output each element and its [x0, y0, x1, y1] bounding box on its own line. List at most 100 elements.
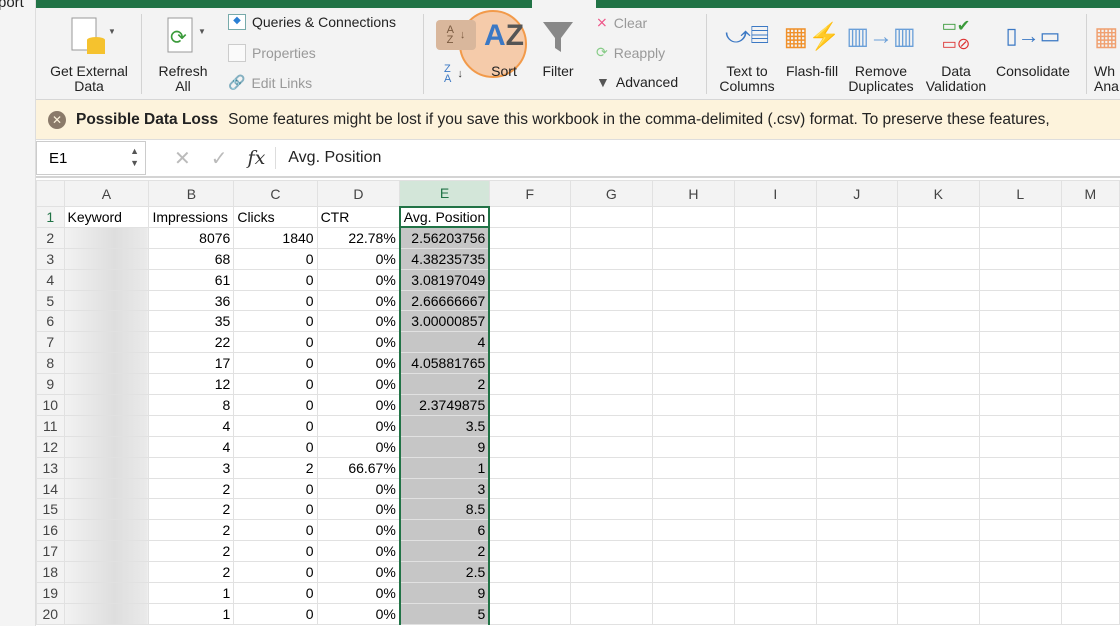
- cell-G1[interactable]: [569, 206, 653, 228]
- name-box[interactable]: E1 ▲ ▼: [36, 141, 146, 175]
- cell-F14[interactable]: [488, 477, 571, 500]
- cell-E10[interactable]: 2.3749875: [398, 394, 491, 416]
- cell-M4[interactable]: [1060, 268, 1120, 291]
- cell-J19[interactable]: [815, 582, 898, 604]
- cell-L7[interactable]: [978, 331, 1062, 354]
- cancel-icon[interactable]: ✕: [174, 146, 191, 171]
- cell-H3[interactable]: [651, 247, 735, 270]
- cell-B10[interactable]: 8: [148, 394, 235, 416]
- cell-I13[interactable]: [733, 456, 817, 479]
- cell-M20[interactable]: [1060, 602, 1120, 625]
- cell-C17[interactable]: 0: [233, 540, 318, 563]
- cell-H14[interactable]: [651, 477, 735, 500]
- row-header[interactable]: 5: [36, 289, 65, 312]
- cell-E6[interactable]: 3.00000857: [398, 310, 491, 333]
- cell-C6[interactable]: 0: [233, 310, 318, 333]
- cell-I8[interactable]: [733, 352, 817, 375]
- cell-J4[interactable]: [815, 268, 898, 291]
- cell-L10[interactable]: [978, 394, 1062, 416]
- cell-D4[interactable]: 0%: [316, 268, 401, 291]
- cell-K4[interactable]: [896, 268, 980, 291]
- cell-C8[interactable]: 0: [233, 352, 318, 375]
- cell-K11[interactable]: [896, 414, 980, 437]
- cell-J17[interactable]: [815, 540, 898, 563]
- refresh-all-button[interactable]: ⟳ ▼ Refresh All: [146, 14, 220, 98]
- cell-H5[interactable]: [651, 289, 735, 312]
- cell-M18[interactable]: [1060, 561, 1120, 584]
- cell-I9[interactable]: [733, 373, 817, 396]
- filter-button[interactable]: Filter: [536, 14, 580, 98]
- cell-K8[interactable]: [896, 352, 980, 375]
- cell-E16[interactable]: 6: [398, 519, 491, 542]
- cell-J11[interactable]: [815, 414, 898, 437]
- properties-button[interactable]: Properties: [228, 44, 316, 62]
- cell-C7[interactable]: 0: [233, 331, 318, 354]
- cell-C4[interactable]: 0: [233, 268, 318, 291]
- cell-G10[interactable]: [569, 394, 653, 416]
- row-header[interactable]: 7: [36, 331, 65, 354]
- cell-F19[interactable]: [488, 582, 571, 604]
- cell-F6[interactable]: [488, 310, 571, 333]
- cell-B5[interactable]: 36: [148, 289, 235, 312]
- reapply-button[interactable]: ⟳ Reapply: [596, 44, 665, 61]
- cell-I6[interactable]: [733, 310, 817, 333]
- cell-K5[interactable]: [896, 289, 980, 312]
- cell-G17[interactable]: [569, 540, 653, 563]
- cell-H17[interactable]: [651, 540, 735, 563]
- cell-F5[interactable]: [488, 289, 571, 312]
- row-header[interactable]: 4: [36, 268, 65, 291]
- cell-I11[interactable]: [733, 414, 817, 437]
- get-external-data-button[interactable]: ▼ Get External Data: [40, 14, 138, 98]
- cell-D11[interactable]: 0%: [316, 414, 401, 437]
- name-box-stepper-icon[interactable]: ▲ ▼: [130, 145, 139, 169]
- cell-M17[interactable]: [1060, 540, 1120, 563]
- cell-D16[interactable]: 0%: [316, 519, 401, 542]
- cell-A13[interactable]: [63, 456, 150, 479]
- cell-I10[interactable]: [733, 394, 817, 416]
- cell-D14[interactable]: 0%: [316, 477, 401, 500]
- cell-M7[interactable]: [1060, 331, 1120, 354]
- cell-D19[interactable]: 0%: [316, 582, 401, 604]
- insert-function-button[interactable]: fx: [248, 147, 277, 169]
- consolidate-button[interactable]: ▯→▭ Consolidate: [992, 14, 1074, 98]
- cell-L15[interactable]: [978, 498, 1062, 521]
- cell-F2[interactable]: [488, 226, 571, 249]
- column-header-g[interactable]: G: [569, 180, 653, 207]
- cell-I19[interactable]: [733, 582, 817, 604]
- cell-L4[interactable]: [978, 268, 1062, 291]
- sort-ascending-button[interactable]: A Z ↓: [436, 20, 476, 50]
- cell-D12[interactable]: 0%: [316, 435, 401, 458]
- cell-J5[interactable]: [815, 289, 898, 312]
- cell-F11[interactable]: [488, 414, 571, 437]
- cell-J1[interactable]: [815, 206, 898, 228]
- cell-H6[interactable]: [651, 310, 735, 333]
- cell-A8[interactable]: [63, 352, 150, 375]
- cell-A11[interactable]: [63, 414, 150, 437]
- cell-J12[interactable]: [815, 435, 898, 458]
- select-all-corner[interactable]: [36, 180, 65, 207]
- cell-J13[interactable]: [815, 456, 898, 479]
- cell-L1[interactable]: [978, 206, 1062, 228]
- cell-J7[interactable]: [815, 331, 898, 354]
- row-header[interactable]: 18: [36, 561, 65, 584]
- row-header[interactable]: 17: [36, 540, 65, 563]
- cell-I18[interactable]: [733, 561, 817, 584]
- cell-E17[interactable]: 2: [398, 540, 491, 563]
- cell-G5[interactable]: [569, 289, 653, 312]
- column-header-f[interactable]: F: [488, 180, 571, 207]
- column-header-b[interactable]: B: [148, 180, 235, 207]
- cell-F8[interactable]: [488, 352, 571, 375]
- cell-G7[interactable]: [569, 331, 653, 354]
- row-header[interactable]: 11: [36, 414, 65, 437]
- row-header[interactable]: 12: [36, 435, 65, 458]
- cell-C14[interactable]: 0: [233, 477, 318, 500]
- cell-B18[interactable]: 2: [148, 561, 235, 584]
- cell-M16[interactable]: [1060, 519, 1120, 542]
- cell-A17[interactable]: [63, 540, 150, 563]
- cell-M15[interactable]: [1060, 498, 1120, 521]
- column-header-i[interactable]: I: [733, 180, 817, 207]
- cell-G14[interactable]: [569, 477, 653, 500]
- cell-K16[interactable]: [896, 519, 980, 542]
- cell-I16[interactable]: [733, 519, 817, 542]
- cell-D2[interactable]: 22.78%: [316, 226, 401, 249]
